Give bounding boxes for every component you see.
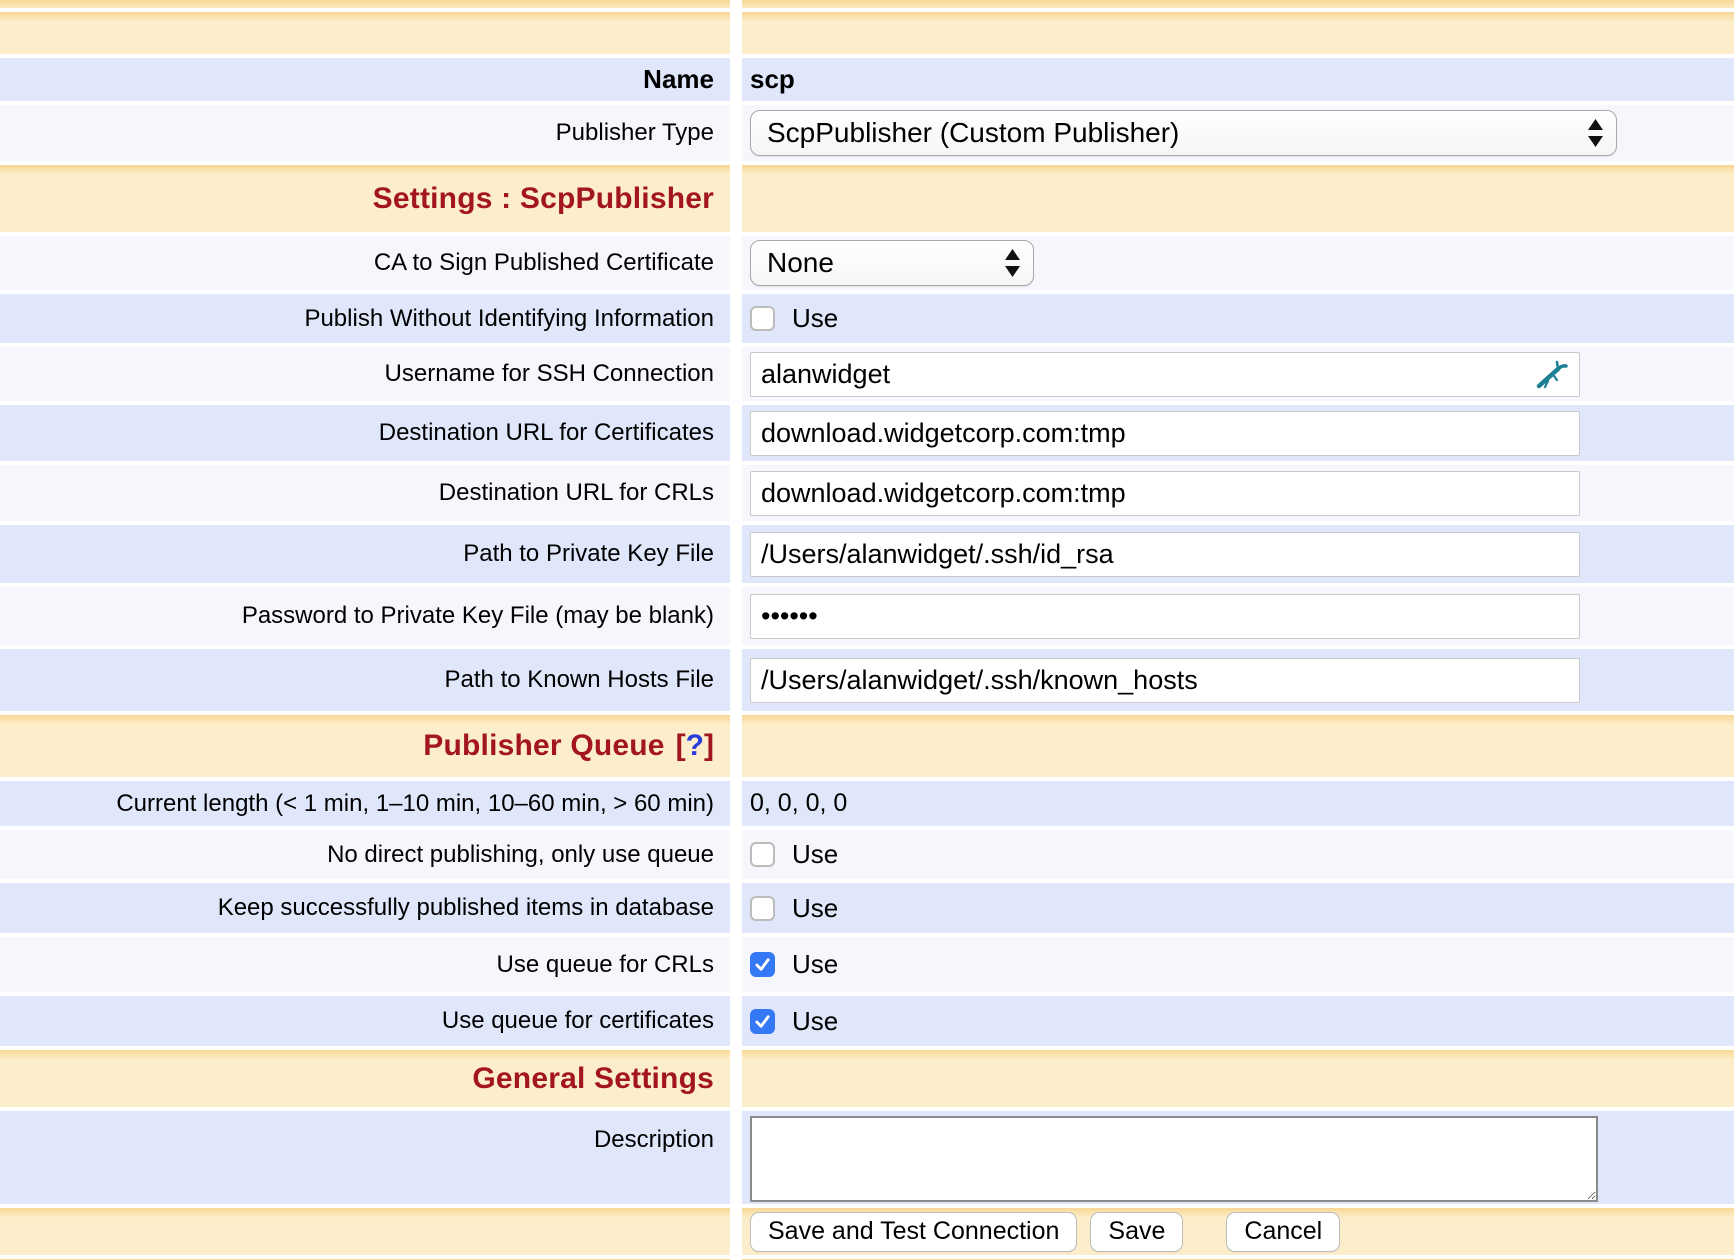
anonymize-row: Publish Without Identifying Information …	[0, 294, 1734, 343]
known-hosts-input[interactable]	[750, 658, 1580, 703]
ssh-username-row: Username for SSH Connection	[0, 347, 1734, 401]
publisher-type-label: Publisher Type	[0, 105, 730, 161]
ca-label: CA to Sign Published Certificate	[0, 236, 730, 290]
ca-row: CA to Sign Published Certificate None	[0, 236, 1734, 290]
cert-url-input[interactable]	[750, 411, 1580, 456]
queue-length-label: Current length (< 1 min, 1–10 min, 10–60…	[0, 781, 730, 826]
ssh-username-input[interactable]	[750, 352, 1580, 397]
no-direct-checkbox[interactable]	[750, 842, 775, 867]
check-icon	[754, 1013, 771, 1030]
queue-section-header: Publisher Queue [?]	[0, 715, 1734, 777]
publisher-queue-help-link[interactable]: ?	[686, 729, 704, 762]
crl-url-row: Destination URL for CRLs	[0, 465, 1734, 521]
publisher-type-selected-value: ScpPublisher (Custom Publisher)	[767, 117, 1179, 149]
known-hosts-row: Path to Known Hosts File	[0, 649, 1734, 711]
anonymize-checkbox[interactable]	[750, 306, 775, 331]
check-icon	[754, 956, 771, 973]
private-key-password-label: Password to Private Key File (may be bla…	[0, 587, 730, 645]
private-key-row: Path to Private Key File	[0, 525, 1734, 583]
description-label: Description	[0, 1111, 730, 1204]
name-value: scp	[750, 64, 795, 95]
top-cream-row	[0, 12, 1734, 54]
private-key-password-input[interactable]	[750, 594, 1580, 639]
name-row: Name scp	[0, 58, 1734, 101]
queue-length-row: Current length (< 1 min, 1–10 min, 10–60…	[0, 781, 1734, 826]
no-direct-checkbox-label: Use	[792, 839, 838, 870]
private-key-label: Path to Private Key File	[0, 525, 730, 583]
queue-crls-row: Use queue for CRLs Use	[0, 937, 1734, 992]
settings-section-header: Settings : ScpPublisher	[0, 165, 1734, 232]
crl-url-input[interactable]	[750, 471, 1580, 516]
queue-crls-checkbox-label: Use	[792, 949, 838, 980]
ssh-username-label: Username for SSH Connection	[0, 347, 730, 401]
actions-row: Save and Test Connection Save Cancel	[0, 1208, 1734, 1255]
queue-certs-checkbox[interactable]	[750, 1009, 775, 1034]
queue-certs-row: Use queue for certificates Use	[0, 996, 1734, 1046]
ca-select[interactable]: None	[750, 240, 1034, 286]
general-section-title: General Settings	[0, 1050, 730, 1107]
save-and-test-button[interactable]: Save and Test Connection	[750, 1212, 1077, 1252]
known-hosts-label: Path to Known Hosts File	[0, 649, 730, 711]
description-textarea[interactable]	[750, 1116, 1598, 1202]
description-row: Description	[0, 1111, 1734, 1204]
queue-length-value: 0, 0, 0, 0	[750, 789, 847, 818]
private-key-input[interactable]	[750, 532, 1580, 577]
private-key-password-row: Password to Private Key File (may be bla…	[0, 587, 1734, 645]
cert-url-row: Destination URL for Certificates	[0, 405, 1734, 461]
no-direct-row: No direct publishing, only use queue Use	[0, 830, 1734, 879]
top-partial-band	[0, 0, 1734, 8]
name-label: Name	[0, 58, 730, 101]
keep-published-checkbox[interactable]	[750, 896, 775, 921]
publisher-type-row: Publisher Type ScpPublisher (Custom Publ…	[0, 105, 1734, 161]
select-arrows-icon	[1587, 118, 1604, 148]
dashlane-autofill-icon[interactable]	[1536, 359, 1568, 389]
no-direct-label: No direct publishing, only use queue	[0, 830, 730, 879]
general-section-header: General Settings	[0, 1050, 1734, 1107]
publisher-edit-form: Name scp Publisher Type ScpPublisher (Cu…	[0, 0, 1734, 1260]
select-arrows-icon	[1004, 248, 1021, 278]
cert-url-label: Destination URL for Certificates	[0, 405, 730, 461]
ca-selected-value: None	[767, 247, 834, 279]
queue-help: [?]	[676, 729, 714, 763]
anonymize-label: Publish Without Identifying Information	[0, 294, 730, 343]
queue-crls-label: Use queue for CRLs	[0, 937, 730, 992]
queue-section-title: Publisher Queue	[423, 729, 664, 763]
queue-certs-label: Use queue for certificates	[0, 996, 730, 1046]
settings-section-title: Settings : ScpPublisher	[0, 165, 730, 232]
cancel-button[interactable]: Cancel	[1226, 1212, 1340, 1252]
crl-url-label: Destination URL for CRLs	[0, 465, 730, 521]
keep-published-label: Keep successfully published items in dat…	[0, 883, 730, 933]
save-button[interactable]: Save	[1090, 1212, 1183, 1252]
publisher-type-select[interactable]: ScpPublisher (Custom Publisher)	[750, 110, 1617, 156]
keep-published-row: Keep successfully published items in dat…	[0, 883, 1734, 933]
queue-certs-checkbox-label: Use	[792, 1006, 838, 1037]
anonymize-checkbox-label: Use	[792, 303, 838, 334]
keep-published-checkbox-label: Use	[792, 893, 838, 924]
queue-crls-checkbox[interactable]	[750, 952, 775, 977]
